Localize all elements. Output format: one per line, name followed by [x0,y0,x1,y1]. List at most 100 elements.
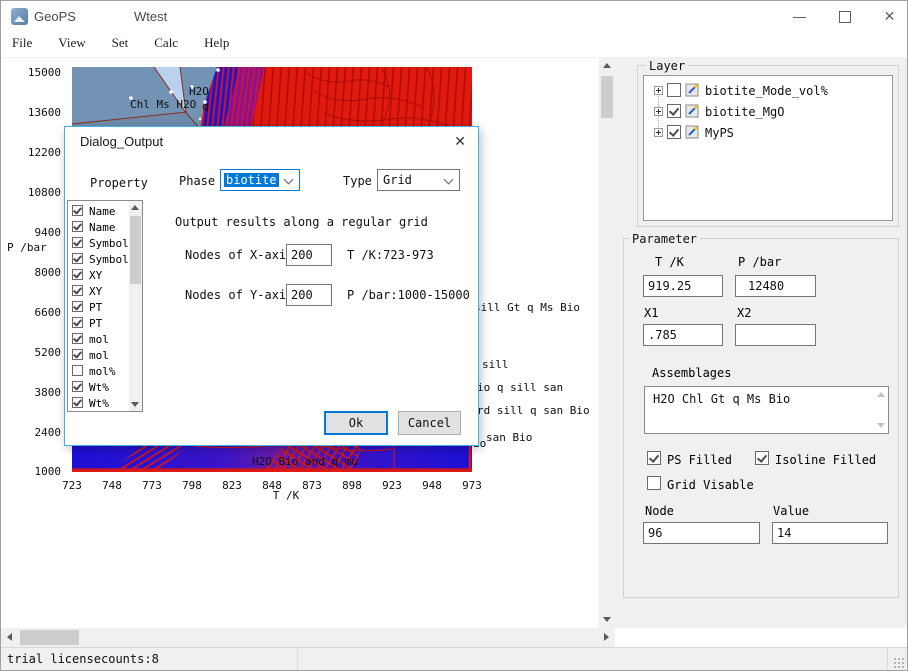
phase-combobox[interactable]: biotite [220,169,300,191]
menu-view[interactable]: View [47,31,96,57]
scroll-right-icon[interactable] [604,633,609,641]
right-panel: Layer biotite_Mode_vol% biotite_MgO [614,57,907,628]
phase-label: Phase [179,174,215,188]
y-tick: 5200 [15,346,61,359]
scroll-down-icon[interactable] [603,617,611,622]
property-item-label: XY [89,285,102,298]
scroll-up-icon[interactable] [131,205,139,210]
property-list-scrollbar[interactable] [129,201,142,411]
close-button[interactable]: ✕ [867,1,908,31]
y-nodes-input[interactable] [286,284,332,306]
property-checkbox[interactable] [72,285,83,296]
x-tick: 723 [57,479,87,492]
layer-visibility-checkbox[interactable] [667,125,681,139]
property-item-label: Wt% [89,397,109,410]
x1-input[interactable] [643,324,723,346]
dialog-output: Dialog_Output ✕ Property Phase biotite T… [64,126,479,446]
grid-visable-label: Grid Visable [667,478,754,492]
scroll-left-icon[interactable] [7,633,12,641]
dialog-close-icon[interactable]: ✕ [454,133,466,150]
vertical-scrollbar[interactable] [599,57,615,628]
property-checkbox[interactable] [72,365,83,376]
type-selected-value: Grid [383,173,412,187]
property-item-label: PT [89,317,102,330]
property-checkbox[interactable] [72,221,83,232]
layer-group-label: Layer [646,59,688,73]
menu-help[interactable]: Help [193,31,240,57]
layer-name: biotite_Mode_vol% [705,84,828,98]
x-tick: 973 [457,479,487,492]
title-bar: GeoPS Wtest ✕ [1,1,907,31]
property-checkbox[interactable] [72,301,83,312]
layer-row[interactable]: biotite_MgO [644,101,892,121]
property-item-label: PT [89,301,102,314]
p-input[interactable] [735,275,816,297]
isoline-filled-label: Isoline Filled [775,453,876,467]
property-checkbox[interactable] [72,317,83,328]
menu-bar: File View Set Calc Help [1,31,907,58]
scroll-down-icon[interactable] [131,402,139,407]
app-title: GeoPS [34,9,76,24]
x-tick: 748 [97,479,127,492]
label-q: q [202,100,209,113]
y-tick: 12200 [15,146,61,159]
edit-layer-icon[interactable] [685,124,700,139]
property-checkbox[interactable] [72,381,83,392]
property-checkbox[interactable] [72,333,83,344]
type-combobox[interactable]: Grid [377,169,460,191]
tree-expand-icon[interactable] [654,107,663,116]
property-list[interactable]: Name Name Symbol Symbol XY XY PT PT mol … [67,200,143,412]
layer-group: Layer biotite_Mode_vol% biotite_MgO [637,65,899,227]
scroll-up-icon[interactable] [877,392,885,397]
property-label: Property [90,176,148,190]
ps-filled-checkbox[interactable] [647,451,661,465]
scrollbar-thumb[interactable] [130,216,141,284]
edit-layer-icon[interactable] [685,82,700,97]
layer-row[interactable]: biotite_Mode_vol% [644,80,892,100]
y-tick: 1000 [15,465,61,478]
resize-grip-icon[interactable] [894,658,904,668]
x-nodes-input[interactable] [286,244,332,266]
layer-row[interactable]: MyPS [644,122,892,142]
scrollbar-thumb[interactable] [20,630,79,645]
x-tick: 798 [177,479,207,492]
property-checkbox[interactable] [72,237,83,248]
maximize-button[interactable] [822,1,867,31]
isoline-filled-checkbox[interactable] [755,451,769,465]
scroll-down-icon[interactable] [877,423,885,428]
label-h2o: H2O [189,85,209,98]
value-input[interactable] [772,522,888,544]
parameter-group-label: Parameter [629,232,700,246]
property-checkbox[interactable] [72,269,83,280]
menu-file[interactable]: File [1,31,43,57]
property-checkbox[interactable] [72,205,83,216]
menu-calc[interactable]: Calc [143,31,189,57]
scroll-up-icon[interactable] [603,63,611,68]
scrollbar-thumb[interactable] [601,76,613,118]
layer-visibility-checkbox[interactable] [667,104,681,118]
node-input[interactable] [643,522,760,544]
tree-expand-icon[interactable] [654,128,663,137]
x-tick: 923 [377,479,407,492]
assemblages-value: H2O Chl Gt q Ms Bio [653,392,790,406]
layer-visibility-checkbox[interactable] [667,83,681,97]
x2-input[interactable] [735,324,816,346]
value-label: Value [773,504,809,518]
t-input[interactable] [643,275,723,297]
property-checkbox[interactable] [72,253,83,264]
plot-annotation: sill Gt q Ms Bio [474,301,580,314]
ok-button[interactable]: Ok [324,411,388,435]
layer-tree[interactable]: biotite_Mode_vol% biotite_MgO MyPS [643,75,893,221]
horizontal-scrollbar[interactable] [1,628,615,647]
y-tick: 10800 [15,186,61,199]
minimize-button[interactable] [777,1,822,31]
menu-set[interactable]: Set [101,31,140,57]
grid-visable-checkbox[interactable] [647,476,661,490]
cancel-button[interactable]: Cancel [398,411,461,435]
property-checkbox[interactable] [72,397,83,408]
property-checkbox[interactable] [72,349,83,360]
tree-expand-icon[interactable] [654,86,663,95]
assemblages-box[interactable]: H2O Chl Gt q Ms Bio [644,386,889,434]
edit-layer-icon[interactable] [685,103,700,118]
plot-annotation: sill [482,358,509,371]
